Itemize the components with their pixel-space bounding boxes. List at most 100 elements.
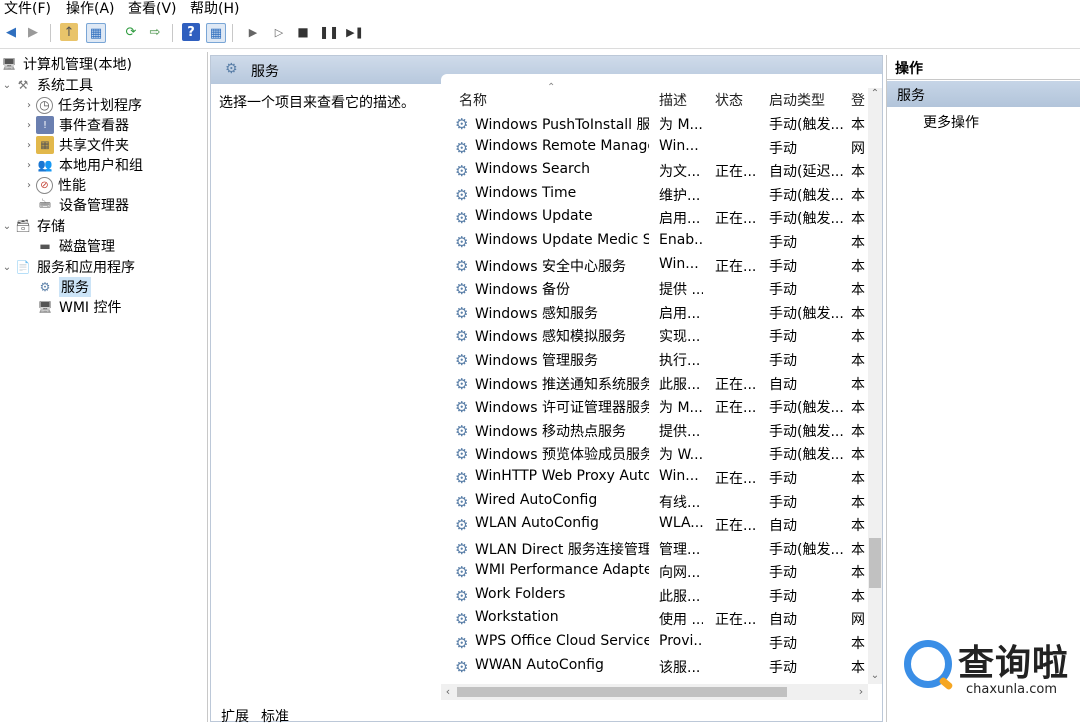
chevron-down-icon[interactable]: ⌄ [0, 80, 14, 91]
stop-service-icon[interactable]: ■ [294, 23, 312, 41]
tree-node-event-viewer[interactable]: › ! 事件查看器 [22, 115, 129, 135]
table-row[interactable]: ⚙ Windows 移动热点服务 提供... 手动(触发... 本 [441, 419, 868, 443]
service-desc: 实现... [659, 329, 701, 346]
scroll-up-icon[interactable]: ⌃ [868, 88, 882, 102]
show-hide-tree-icon[interactable]: ▦ [86, 23, 106, 43]
service-gear-icon: ⚙ [455, 586, 469, 605]
column-header-status[interactable]: 状态 [715, 90, 743, 110]
scroll-right-icon[interactable]: › [854, 685, 868, 698]
chevron-down-icon[interactable]: ⌄ [0, 262, 14, 273]
start-service-icon[interactable]: ▶ [244, 23, 262, 41]
service-name: WLAN AutoConfig [475, 515, 599, 532]
watermark-url: chaxunla.com [966, 682, 1057, 697]
horizontal-scrollbar[interactable]: ‹ › [441, 684, 868, 700]
table-row[interactable]: ⚙ Windows 预览体验成员服务为 W... 手动(触发... 本 [441, 442, 868, 466]
table-row[interactable]: ⚙ Windows PushToInstall 服务为 M... 手动(触发... 本 [441, 112, 868, 136]
tree-node-storage[interactable]: ⌄ 🗃 存储 [0, 216, 65, 236]
actions-group-services[interactable]: 服务 [887, 81, 1080, 107]
tab-extended[interactable]: 扩展 [221, 706, 249, 726]
table-row[interactable]: ⚙ Windows 感知模拟服务 实现... 手动 本 [441, 324, 868, 348]
service-desc: Win... [659, 255, 699, 272]
table-row[interactable]: ⚙ Windows 许可证管理器服务为 M... 正在... 手动(触发... 本 [441, 395, 868, 419]
table-row[interactable]: ⚙ Work Folders 此服... 手动 本 [441, 584, 868, 608]
service-logon: 本 [851, 258, 865, 275]
service-startup: 手动 [769, 636, 797, 653]
tree-node-shared-folders[interactable]: › ▦ 共享文件夹 [22, 135, 129, 155]
up-folder-icon[interactable]: ↑ [60, 23, 78, 41]
menu-help[interactable]: 帮助(H) [190, 0, 239, 18]
horizontal-scroll-thumb[interactable] [457, 687, 787, 697]
service-status: 正在... [715, 376, 757, 393]
pause-service-icon[interactable]: ❚❚ [319, 23, 339, 41]
tree-node-services[interactable]: ⚙ 服务 [22, 277, 91, 297]
chevron-right-icon[interactable]: › [22, 140, 36, 151]
service-desc: 该服... [659, 659, 701, 676]
table-row[interactable]: ⚙ Windows 备份 提供 ... 手动 本 [441, 277, 868, 301]
chevron-right-icon[interactable]: › [22, 100, 36, 111]
service-startup: 手动 [769, 234, 797, 251]
service-name: WMI Performance Adapter [475, 562, 649, 579]
table-row[interactable]: ⚙ Windows Update 启用... 正在... 手动(触发... 本 [441, 206, 868, 230]
column-header-desc[interactable]: 描述 [659, 90, 687, 110]
table-row[interactable]: ⚙ Windows 感知服务 启用... 手动(触发... 本 [441, 301, 868, 325]
action-pane-icon[interactable]: ▦ [206, 23, 226, 43]
export-list-icon[interactable]: ⇨ [146, 23, 164, 41]
restart-service-icon[interactable]: ▶❚ [346, 23, 364, 41]
service-name: Windows 感知服务 [475, 305, 598, 322]
service-startup: 手动 [769, 258, 797, 275]
forward-arrow-icon[interactable]: ▶ [24, 23, 42, 41]
tree-node-local-users[interactable]: › 👥 本地用户和组 [22, 155, 143, 175]
chevron-right-icon[interactable]: › [22, 180, 36, 191]
table-row[interactable]: ⚙ WinHTTP Web Proxy Auto... Win... 正在... 手动 本 [441, 466, 868, 490]
service-startup: 手动 [769, 494, 797, 511]
tree-node-disk-management[interactable]: ▬ 磁盘管理 [22, 236, 115, 256]
column-header-name[interactable]: 名称 [459, 90, 487, 110]
view-tabs: 扩展 标准 [211, 703, 882, 725]
menu-action[interactable]: 操作(A) [66, 0, 115, 18]
table-row[interactable]: ⚙ WMI Performance Adapter 向网... 手动 本 [441, 560, 868, 584]
tree-node-task-scheduler[interactable]: › ◷ 任务计划程序 [22, 95, 142, 115]
table-row[interactable]: ⚙ Windows Update Medic Se... Enab... 手动 本 [441, 230, 868, 254]
chevron-right-icon[interactable]: › [22, 160, 36, 171]
table-row[interactable]: ⚙ Windows 推送通知系统服务 此服... 正在... 自动 本 [441, 372, 868, 396]
table-row[interactable]: ⚙ WWAN AutoConfig 该服... 手动 本 [441, 655, 868, 679]
table-row[interactable]: ⚙ Wired AutoConfig 有线... 手动 本 [441, 490, 868, 514]
scroll-down-icon[interactable]: ⌄ [868, 670, 882, 684]
table-row[interactable]: ⚙ Windows 管理服务 执行... 手动 本 [441, 348, 868, 372]
tab-standard[interactable]: 标准 [261, 706, 289, 726]
service-desc: 启用... [659, 211, 701, 228]
table-row[interactable]: ⚙ WPS Office Cloud Service Provi... 手动 本 [441, 631, 868, 655]
vertical-scrollbar[interactable]: ⌃ ⌄ [868, 88, 882, 684]
service-desc: 为 M... [659, 400, 703, 417]
chevron-down-icon[interactable]: ⌄ [0, 221, 14, 232]
start-service-alt-icon[interactable]: ▷ [270, 23, 288, 41]
table-row[interactable]: ⚙ Windows Remote Manage... Win... 手动 网 [441, 136, 868, 160]
menu-view[interactable]: 查看(V) [128, 0, 177, 18]
service-startup: 自动 [769, 612, 797, 629]
tree-node-performance[interactable]: › ⊘ 性能 [22, 175, 86, 195]
tree-node-system-tools[interactable]: ⌄ ⚒ 系统工具 [0, 75, 93, 95]
scroll-thumb[interactable] [869, 538, 881, 588]
column-header-startup[interactable]: 启动类型 [769, 90, 825, 110]
column-header-logon[interactable]: 登 [851, 90, 865, 110]
help-icon[interactable]: ? [182, 23, 200, 41]
refresh-icon[interactable]: ⟳ [122, 23, 140, 41]
tree-node-wmi[interactable]: 🖥 WMI 控件 [22, 297, 121, 317]
menu-file[interactable]: 文件(F) [4, 0, 51, 18]
back-arrow-icon[interactable]: ◀ [2, 23, 20, 41]
table-row[interactable]: ⚙ WLAN Direct 服务连接管理... 管理... 手动(触发... 本 [441, 537, 868, 561]
more-actions-link[interactable]: 更多操作 [923, 112, 979, 132]
table-row[interactable]: ⚙ Windows Search 为文... 正在... 自动(延迟... 本 [441, 159, 868, 183]
service-startup: 手动 [769, 565, 797, 582]
table-row[interactable]: ⚙ WLAN AutoConfig WLA... 正在... 自动 本 [441, 513, 868, 537]
tree-node-services-apps[interactable]: ⌄ 📄 服务和应用程序 [0, 257, 135, 277]
table-row[interactable]: ⚙ Windows Time 维护... 手动(触发... 本 [441, 183, 868, 207]
chevron-right-icon[interactable]: › [22, 120, 36, 131]
tree-node-device-manager[interactable]: 🖮 设备管理器 [22, 195, 129, 215]
watermark-brand: 查询啦 [958, 643, 1070, 684]
scroll-left-icon[interactable]: ‹ [441, 685, 455, 698]
table-row[interactable]: ⚙ Workstation 使用 ... 正在... 自动 网 [441, 607, 868, 631]
table-row[interactable]: ⚙ Windows 安全中心服务 Win... 正在... 手动 本 [441, 254, 868, 278]
tree-node-root[interactable]: 🖥 计算机管理(本地) [0, 54, 132, 74]
service-logon: 本 [851, 636, 865, 653]
